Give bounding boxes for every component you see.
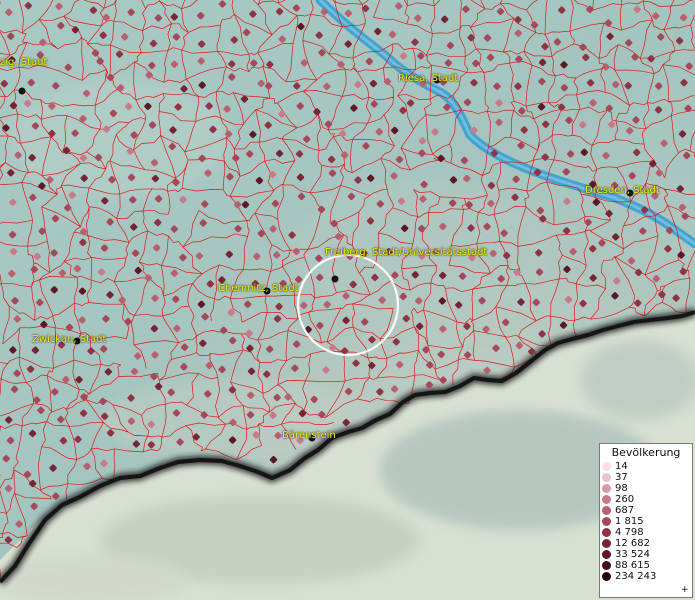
legend-label: 260 bbox=[615, 494, 635, 505]
legend-swatch bbox=[602, 572, 611, 581]
legend-swatch bbox=[602, 517, 611, 526]
legend-label: 234 243 bbox=[615, 571, 657, 582]
legend-item: 12 682 bbox=[600, 538, 692, 549]
place-label-baerenstein[interactable]: Bärenstein bbox=[282, 430, 336, 442]
legend-list: 14 37 98 260 687 1 815 4 798 12 682 33 5… bbox=[600, 461, 692, 582]
legend-item: 88 615 bbox=[600, 560, 692, 571]
legend-item: 1 815 bbox=[600, 516, 692, 527]
legend-swatch bbox=[602, 506, 611, 515]
legend-item: 33 524 bbox=[600, 549, 692, 560]
city-marker-leipzig[interactable] bbox=[18, 87, 26, 95]
legend-item: 687 bbox=[600, 505, 692, 516]
place-label-dresden[interactable]: Dresden, Stadt bbox=[585, 185, 660, 197]
place-label-freiberg[interactable]: Freiberg, Stadt/Universitätsstadt bbox=[325, 247, 487, 259]
place-label-chemnitz[interactable]: Chemnitz, Stadt bbox=[218, 283, 299, 295]
legend-swatch bbox=[602, 462, 611, 471]
map-canvas[interactable]: zig, Stadt Riesa, Stadt Dresden, Stadt F… bbox=[0, 0, 695, 600]
legend-label: 14 bbox=[615, 461, 628, 472]
map-layer[interactable] bbox=[0, 0, 695, 600]
population-legend: Bevölkerung 14 37 98 260 687 1 815 4 798… bbox=[599, 443, 693, 598]
legend-swatch bbox=[602, 484, 611, 493]
place-label-zwickau[interactable]: Zwickau, Stadt bbox=[32, 334, 106, 346]
legend-label: 33 524 bbox=[615, 549, 650, 560]
legend-label: 98 bbox=[615, 483, 628, 494]
legend-label: 88 615 bbox=[615, 560, 650, 571]
legend-swatch bbox=[602, 473, 611, 482]
legend-label: 1 815 bbox=[615, 516, 644, 527]
legend-swatch bbox=[602, 550, 611, 559]
place-label-leipzig[interactable]: zig, Stadt bbox=[0, 57, 47, 69]
legend-item: 14 bbox=[600, 461, 692, 472]
legend-swatch bbox=[602, 528, 611, 537]
legend-title: Bevölkerung bbox=[611, 446, 681, 459]
place-label-riesa[interactable]: Riesa, Stadt bbox=[398, 73, 458, 85]
legend-swatch bbox=[602, 539, 611, 548]
legend-swatch bbox=[602, 495, 611, 504]
legend-item: 98 bbox=[600, 483, 692, 494]
legend-plus-mark: + bbox=[681, 585, 689, 595]
legend-label: 4 798 bbox=[615, 527, 644, 538]
legend-item: 260 bbox=[600, 494, 692, 505]
legend-swatch bbox=[602, 561, 611, 570]
legend-item: 234 243 bbox=[600, 571, 692, 582]
city-marker-freiberg[interactable] bbox=[331, 275, 339, 283]
legend-label: 37 bbox=[615, 472, 628, 483]
legend-label: 687 bbox=[615, 505, 635, 516]
legend-item: 37 bbox=[600, 472, 692, 483]
legend-item: 4 798 bbox=[600, 527, 692, 538]
legend-label: 12 682 bbox=[615, 538, 650, 549]
